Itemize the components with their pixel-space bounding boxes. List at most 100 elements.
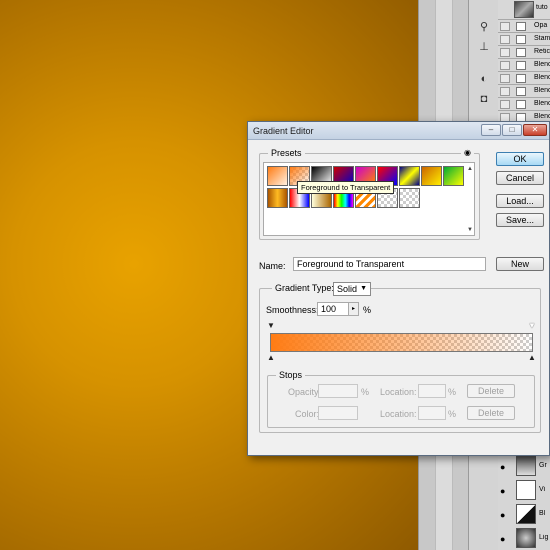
plug-icon[interactable]: ⚲ [476, 20, 492, 34]
smoothness-label: Smoothness: [266, 305, 319, 315]
presets-grid: Foreground to Transparent ▲ ▼ [263, 162, 475, 236]
layer-name: Opa [534, 22, 548, 29]
smoothness-unit: % [363, 305, 372, 315]
opacity-unit: % [361, 387, 370, 397]
color-swatch-input[interactable] [318, 406, 358, 420]
layer-thumbnail [516, 456, 536, 476]
layer-row[interactable]: Blenc [498, 59, 550, 73]
stops-label: Stops [276, 370, 306, 380]
layer-type-icon [516, 100, 526, 109]
preset-swatch[interactable] [399, 188, 420, 208]
maximize-icon[interactable]: □ [502, 124, 522, 136]
layer-thumbnail [516, 528, 536, 548]
chevron-down-icon: ▼ [360, 285, 367, 292]
layer-row[interactable]: Retic [498, 46, 550, 60]
layer-row[interactable]: Blenc [498, 72, 550, 86]
visibility-toggle[interactable] [500, 22, 510, 31]
visibility-toggle[interactable] [500, 35, 510, 44]
color-stop-right[interactable]: ▲ [528, 353, 536, 362]
name-label: Name: [259, 261, 286, 271]
visibility-toggle[interactable] [500, 61, 510, 70]
layer-type-icon [516, 48, 526, 57]
scroll-up-icon[interactable]: ▲ [466, 165, 474, 173]
layer-type-icon [516, 87, 526, 96]
layer-thumbnail [514, 1, 534, 18]
smoothness-input[interactable]: 100 ▸ [317, 302, 359, 316]
presets-menu-icon[interactable]: ◉ [461, 148, 474, 157]
eye-icon[interactable]: ● [500, 534, 505, 544]
load-button[interactable]: Load... [496, 194, 544, 208]
stamp-icon[interactable]: ⊥ [476, 40, 492, 54]
color-location-input[interactable] [418, 406, 446, 420]
color-label: Color: [295, 409, 320, 419]
layer-thumbnail [516, 480, 536, 500]
adjustment-icon[interactable]: ◐ [476, 72, 492, 86]
visibility-toggle[interactable] [500, 48, 510, 57]
gradient-type-label: Gradient Type: [272, 283, 337, 293]
presets-group: Presets ◉ Foreground to Transparent ▲ ▼ [259, 148, 480, 240]
opacity-stop-right[interactable]: ▼ [528, 321, 536, 330]
eye-icon[interactable]: ● [500, 486, 505, 496]
location-unit: % [448, 387, 457, 397]
scroll-down-icon[interactable]: ▼ [466, 226, 474, 234]
gradient-type-value: Solid [337, 284, 358, 294]
mask-icon[interactable]: ◘ [476, 92, 492, 106]
layer-row[interactable]: Blenc [498, 98, 550, 112]
delete-color-stop-button[interactable]: Delete [467, 406, 515, 420]
visibility-toggle[interactable] [500, 74, 510, 83]
preset-swatch[interactable] [443, 166, 464, 186]
save-button[interactable]: Save... [496, 213, 544, 227]
layer-name: Blenc [534, 87, 550, 94]
layer-type-icon [516, 74, 526, 83]
preset-swatch[interactable] [399, 166, 420, 186]
location-label: Location: [380, 387, 417, 397]
close-icon[interactable]: ✕ [523, 124, 547, 136]
opacity-input[interactable] [318, 384, 358, 398]
minimize-icon[interactable]: – [481, 124, 501, 136]
stops-group: Stops Opacity: % Location: % Delete Colo… [267, 370, 535, 428]
layer-row[interactable]: ● Lig [498, 524, 550, 550]
gradient-type-select[interactable]: Solid ▼ [333, 282, 371, 296]
cancel-button[interactable]: Cancel [496, 171, 544, 185]
opacity-stop-left[interactable]: ▼ [267, 321, 275, 330]
layer-name: Gr [539, 462, 547, 469]
visibility-toggle[interactable] [500, 87, 510, 96]
layer-name: Bl [539, 510, 546, 517]
eye-icon[interactable]: ● [500, 510, 505, 520]
layer-name: Vi [539, 486, 546, 493]
gradient-editor-dialog: Gradient Editor – □ ✕ Presets ◉ Foregrou… [247, 121, 550, 456]
name-input[interactable]: Foreground to Transparent [293, 257, 486, 271]
layer-row[interactable]: Stam [498, 33, 550, 47]
ok-button[interactable]: OK [496, 152, 544, 166]
layer-type-icon [516, 61, 526, 70]
preset-swatch[interactable] [267, 188, 288, 208]
opacity-location-input[interactable] [418, 384, 446, 398]
layer-name: Blenc [534, 113, 550, 120]
layer-name: Blenc [534, 100, 550, 107]
layer-thumbnail [516, 504, 536, 524]
delete-opacity-stop-button[interactable]: Delete [467, 384, 515, 398]
layer-name: tuto [536, 4, 548, 11]
eye-icon[interactable]: ● [500, 462, 505, 472]
location-label: Location: [380, 409, 417, 419]
layer-row[interactable]: Blenc [498, 85, 550, 99]
visibility-toggle[interactable] [500, 100, 510, 109]
smoothness-value: 100 [321, 304, 337, 314]
layer-row[interactable]: tuto [498, 0, 550, 20]
layer-row[interactable]: Opa [498, 20, 550, 34]
dialog-title: Gradient Editor [253, 126, 314, 136]
layer-name: Lig [539, 534, 549, 541]
layer-name: Blenc [534, 74, 550, 81]
dialog-titlebar[interactable]: Gradient Editor – □ ✕ [248, 122, 549, 140]
gradient-preview-bar[interactable] [270, 333, 533, 352]
color-stop-left[interactable]: ▲ [267, 353, 275, 362]
stepper-arrow-icon[interactable]: ▸ [348, 303, 358, 315]
presets-label: Presets [268, 148, 305, 158]
preset-swatch[interactable] [267, 166, 288, 186]
preset-tooltip: Foreground to Transparent [297, 181, 395, 194]
new-button[interactable]: New [496, 257, 544, 271]
layer-name: Stam [534, 35, 550, 42]
preset-swatch[interactable] [421, 166, 442, 186]
layer-type-icon [516, 35, 526, 44]
gradient-type-group: Gradient Type: Solid ▼ Smoothness: 100 ▸ %… [259, 282, 541, 433]
